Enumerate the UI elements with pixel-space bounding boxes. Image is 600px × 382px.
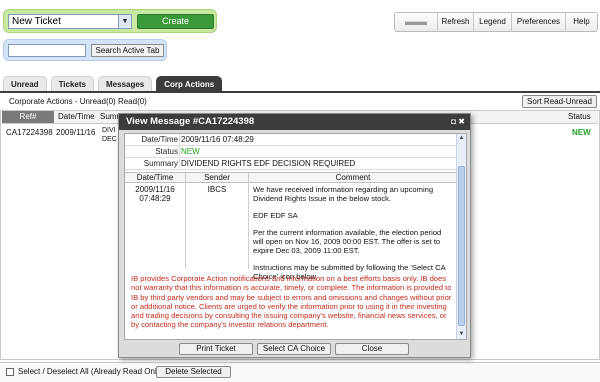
comments-header-sender: Sender [186, 173, 248, 183]
column-header-status[interactable]: Status [568, 111, 591, 123]
search-bar: Search Active Tab [3, 39, 167, 61]
comment-sender: IBCS [207, 185, 227, 194]
comments-divider [248, 173, 249, 269]
delete-selected-button[interactable]: Delete Selected [156, 366, 231, 378]
close-button[interactable]: Close [335, 343, 409, 355]
search-input[interactable] [8, 44, 86, 57]
refresh-link[interactable]: Refresh [437, 13, 473, 31]
corporate-actions-subheader: Corporate Actions - Unread(0) Read(0) [9, 97, 147, 106]
row-status: NEW [572, 128, 591, 137]
create-button[interactable]: Create [137, 14, 214, 29]
tab-tickets[interactable]: Tickets [50, 76, 94, 92]
comment-date-day: 2009/11/16 [135, 185, 175, 194]
print-ticket-button[interactable]: Print Ticket [179, 343, 253, 355]
summary-value: DIVIDEND RIGHTS EDF DECISION REQUIRED [181, 159, 356, 168]
tab-bar: Unread Tickets Messages Corp Actions [3, 76, 226, 92]
tab-messages[interactable]: Messages [98, 76, 153, 92]
field-divider [179, 134, 180, 170]
top-nav: ▬▬ Refresh Legend Preferences Help [394, 12, 598, 32]
dialog-scrollbar[interactable]: ▲ ▼ [456, 134, 466, 339]
select-all-checkbox[interactable] [6, 368, 14, 376]
column-header-date[interactable]: Date/Time [58, 111, 95, 123]
field-status: Status NEW [125, 146, 457, 158]
dialog-body: Date/Time 2009/11/16 07:48:29 Status NEW… [124, 133, 467, 340]
select-ca-choice-button[interactable]: Select CA Choice [257, 343, 331, 355]
disclaimer-text: IB provides Corporate Action notificatio… [131, 274, 452, 330]
help-link[interactable]: Help [565, 13, 597, 31]
legend-link[interactable]: Legend [473, 13, 511, 31]
field-summary: Summary DIVIDEND RIGHTS EDF DECISION REQ… [125, 158, 457, 170]
comment-date: 2009/11/16 07:48:29 [127, 185, 183, 203]
sort-read-unread-button[interactable]: Sort Read-Unread [522, 95, 597, 108]
tab-unread[interactable]: Unread [3, 76, 47, 92]
comment-paragraph: We have received information regarding a… [253, 185, 434, 203]
dialog-window-icons[interactable]: ◘ ✖ [451, 114, 465, 130]
row-ref: CA17224398 [6, 128, 53, 137]
view-message-dialog: View Message #CA17224398 ◘ ✖ Date/Time 2… [118, 113, 471, 358]
select-all-label: Select / Deselect All (Already Read Only… [18, 367, 164, 376]
datetime-value: 2009/11/16 07:48:29 [181, 135, 254, 144]
comment-date-time: 07:48:29 [139, 194, 171, 203]
comment-paragraph: EDF EDF SA [253, 211, 298, 220]
field-datetime: Date/Time 2009/11/16 07:48:29 [125, 134, 457, 146]
scroll-thumb[interactable] [458, 166, 465, 326]
dialog-title: View Message #CA17224398 [119, 114, 470, 130]
scroll-down-icon[interactable]: ▼ [457, 330, 466, 339]
status-value: NEW [181, 147, 200, 156]
comments-table: Date/Time Sender Comment 2009/11/16 07:4… [125, 172, 457, 281]
tab-corp-actions[interactable]: Corp Actions [156, 76, 223, 92]
column-header-ref[interactable]: Ref# [2, 111, 54, 123]
datetime-label: Date/Time [141, 135, 178, 144]
row-date: 2009/11/16 [56, 128, 96, 137]
comments-header-comment: Comment [249, 173, 457, 183]
ticket-type-select[interactable]: New Ticket ▼ [8, 14, 132, 29]
chevron-down-icon[interactable]: ▼ [118, 15, 131, 28]
comments-header-date: Date/Time [125, 173, 185, 183]
summary-label: Summary [143, 159, 178, 168]
search-active-tab-button[interactable]: Search Active Tab [91, 44, 164, 57]
comment-paragraph: Per the current information available, t… [253, 228, 442, 255]
scroll-up-icon[interactable]: ▲ [457, 134, 466, 143]
world-map-icon[interactable]: ▬▬ [395, 13, 437, 31]
status-label: Status [155, 147, 178, 156]
preferences-link[interactable]: Preferences [511, 13, 565, 31]
new-ticket-bar: New Ticket ▼ Create [3, 9, 217, 33]
column-header-summary[interactable]: Sumr [100, 111, 119, 123]
tab-underline [0, 91, 600, 93]
bottom-bar: Select / Deselect All (Already Read Only… [0, 362, 600, 382]
ticket-select-value: New Ticket [12, 16, 61, 27]
